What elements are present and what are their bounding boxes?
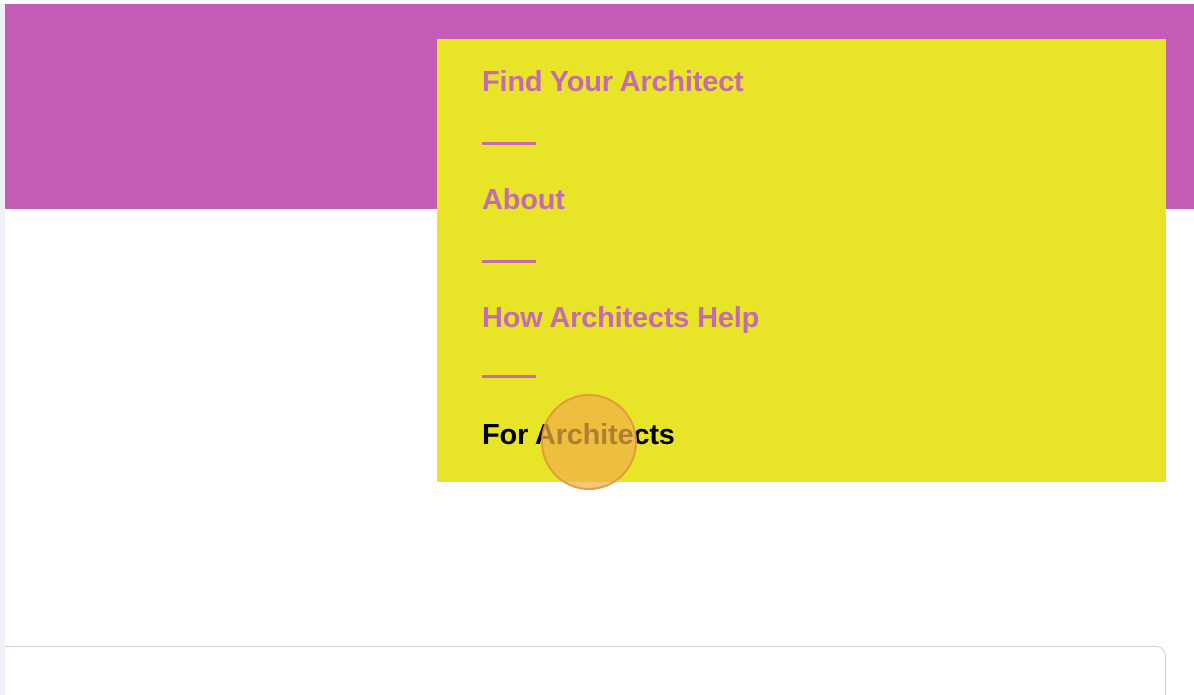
menu-item-for-architects[interactable]: For Architects [482, 419, 675, 452]
menu-divider [482, 142, 536, 145]
menu-item-how-architects-help[interactable]: How Architects Help [482, 302, 759, 335]
menu-item-find-your-architect[interactable]: Find Your Architect [482, 66, 744, 99]
content-card [5, 646, 1166, 695]
menu-divider [482, 260, 536, 263]
menu-divider [482, 375, 536, 378]
nav-dropdown-menu: Find Your Architect About How Architects… [437, 39, 1166, 482]
menu-item-about[interactable]: About [482, 184, 565, 217]
page: Find Your Architect About How Architects… [0, 0, 1194, 695]
